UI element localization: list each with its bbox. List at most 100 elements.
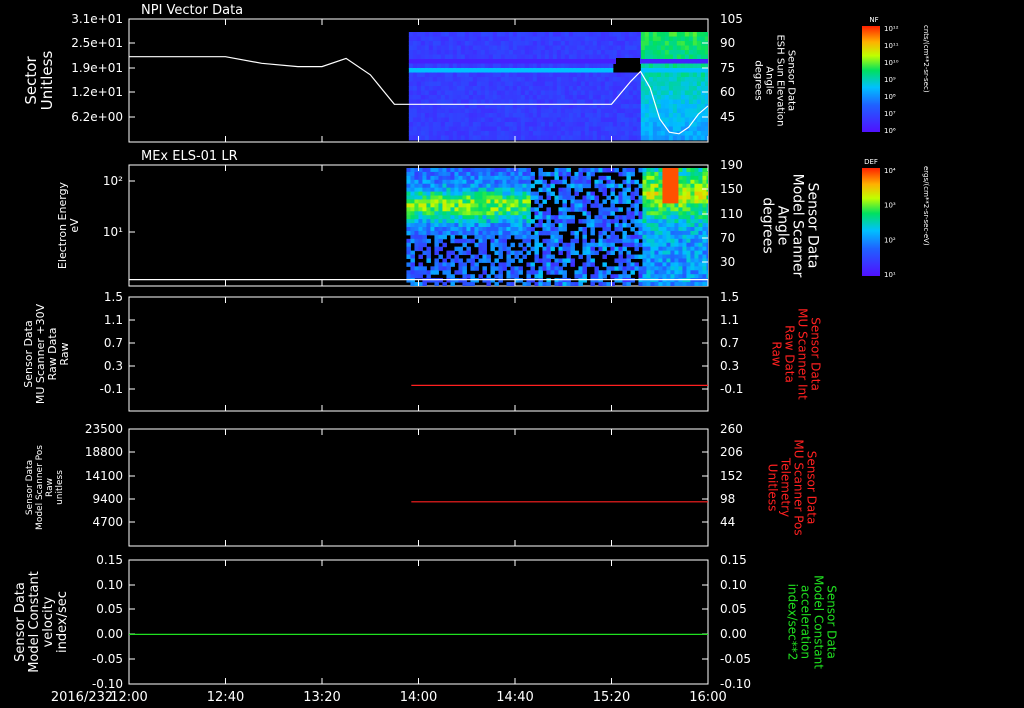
npi-spectrogram-cell [568,135,574,141]
els-spectrogram-cell [506,230,511,236]
els-spectrogram-cell [470,179,475,185]
npi-spectrogram-cell [424,45,430,51]
els-spectrogram-cell [606,242,611,248]
npi-spectrogram-cell [672,63,678,69]
els-spectrogram-cell [626,187,631,193]
npi-spectrogram-cell [600,108,606,114]
els-spectrogram-cell [434,227,439,232]
els-spectrogram-cell [690,183,695,189]
els-spectrogram-cell [662,234,667,240]
els-spectrogram-cell [682,183,687,189]
els-spectrogram-cell [622,179,627,185]
npi-spectrogram-cell [512,45,518,51]
npi-spectrogram-cell [412,32,418,37]
els-spectrogram-cell [498,242,503,248]
els-spectrogram-cell [546,246,551,252]
els-spectrogram-cell [450,175,455,181]
npi-spectrogram-cell [696,131,702,136]
npi-spectrogram-cell [452,122,458,127]
els-spectrogram-cell [654,168,659,173]
npi-spectrogram-cell [552,45,558,51]
els-spectrogram-cell [614,227,619,232]
els-spectrogram-cell [650,203,655,208]
els-spectrogram-cell [666,168,671,173]
npi-spectrogram-cell [568,63,574,69]
npi-spectrogram-cell [588,50,594,55]
panel-frame-velocity [128,559,709,685]
els-spectrogram-cell [466,246,471,252]
npi-spectrogram-cell [436,135,442,141]
npi-spectrogram-cell [600,54,606,60]
npi-spectrogram-cell [628,72,634,78]
els-spectrogram-cell [662,227,667,232]
els-spectrogram-cell [474,262,479,267]
npi-spectrogram-cell [596,90,602,96]
npi-spectrogram-cell [432,32,438,37]
npi-spectrogram-cell [488,86,494,91]
els-spectrogram-cell [478,187,483,193]
els-spectrogram-cell [422,242,427,248]
npi-spectrogram-cell [556,117,562,123]
els-spectrogram-cell [462,215,467,220]
y2-tick-label: 90 [720,36,735,50]
els-spectrogram-cell [610,242,615,248]
npi-spectrogram-cell [440,32,446,37]
npi-spectrogram-cell [600,72,606,78]
els-spectrogram-cell [670,262,675,267]
els-spectrogram-cell [606,266,611,271]
npi-spectrogram-cell [448,86,454,91]
els-spectrogram-cell [406,246,411,252]
npi-spectrogram-cell [568,41,574,46]
els-spectrogram-cell [490,215,495,220]
els-spectrogram-cell [586,211,591,216]
els-spectrogram-cell [490,238,495,244]
els-spectrogram-cell [550,270,555,275]
npi-spectrogram-cell [532,90,538,96]
npi-spectrogram-cell [588,126,594,132]
npi-spectrogram-cell [452,68,458,73]
npi-spectrogram-cell [580,59,586,64]
els-spectrogram-cell [690,191,695,197]
els-spectrogram-cell [626,266,631,271]
els-spectrogram-cell [486,278,491,283]
els-spectrogram-cell [594,266,599,271]
npi-spectrogram-cell [600,95,606,100]
npi-spectrogram-cell [576,86,582,91]
npi-spectrogram-cell [428,54,434,60]
els-spectrogram-cell [602,168,607,173]
npi-spectrogram-cell [628,45,634,51]
els-spectrogram-cell [642,270,647,275]
npi-spectrogram-cell [552,32,558,37]
els-spectrogram-cell [590,242,595,248]
els-spectrogram-cell [462,274,467,279]
npi-spectrogram-cell [640,32,646,37]
npi-spectrogram-cell [516,135,522,141]
npi-spectrogram-cell [520,108,526,114]
els-spectrogram-cell [526,282,531,286]
els-spectrogram-cell [626,179,631,185]
npi-spectrogram-cell [420,59,426,64]
npi-spectrogram-cell [416,90,422,96]
els-spectrogram-cell [414,179,419,185]
npi-spectrogram-cell [508,50,514,55]
els-spectrogram-cell [658,242,663,248]
els-spectrogram-cell [626,262,631,267]
npi-spectrogram-cell [676,81,682,87]
npi-spectrogram-cell [412,95,418,100]
els-spectrogram-cell [590,195,595,200]
npi-spectrogram-cell [508,72,514,78]
npi-spectrogram-cell [572,45,578,51]
y2-tick-label: 70 [720,231,735,245]
npi-spectrogram-cell [696,63,702,69]
data-lines [129,56,709,636]
npi-spectrogram-cell [528,131,534,136]
npi-spectrogram-cell [540,108,546,114]
els-spectrogram-cell [422,179,427,185]
els-spectrogram-cell [490,195,495,200]
npi-spectrogram-cell [660,59,666,64]
npi-spectrogram-cell [628,117,634,123]
els-spectrogram-cell [682,250,687,256]
npi-spectrogram-cell [632,113,638,118]
els-spectrogram-cell [614,246,619,252]
npi-spectrogram-cell [664,36,670,42]
